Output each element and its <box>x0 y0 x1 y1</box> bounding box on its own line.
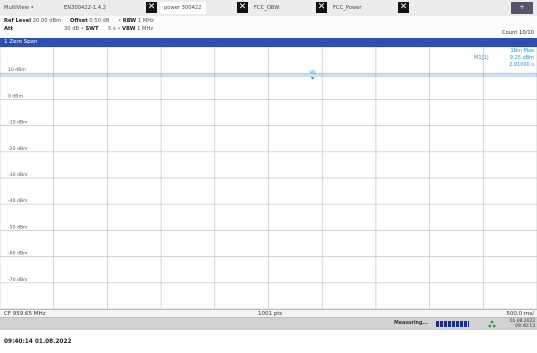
time-per-division: 500.0 ms/ <box>506 311 534 317</box>
ref-level-label: Ref Level <box>4 18 32 24</box>
offset-value: 0.50 dB <box>89 18 110 24</box>
tab-power-300422[interactable]: power 300422 <box>160 2 206 14</box>
y-tick-label: -20 dBm <box>8 146 28 152</box>
sweep-points: 1001 pts <box>258 311 283 317</box>
sweep-count: Count 10/10 <box>501 30 534 36</box>
tab-label: FCC_OBW <box>254 5 280 11</box>
ref-level-value: 20.00 dBm <box>32 18 62 24</box>
y-tick-label: -50 dBm <box>8 224 28 230</box>
offset-setting[interactable]: Offset 0.50 dB <box>70 18 109 25</box>
att-setting[interactable]: Att <box>4 26 13 33</box>
swt-value: 5 s <box>108 26 116 32</box>
close-tab-icon[interactable]: ✕ <box>398 2 409 13</box>
plot-grid <box>0 47 537 309</box>
measurement-settings: Ref Level 20.00 dBm Offset 0.50 dB • RBW… <box>0 16 537 38</box>
coupled-indicator-icon: • <box>80 26 84 32</box>
multiview-indicator-icon: • <box>30 5 34 11</box>
att-swt-setting[interactable]: 30 dB • SWT <box>64 26 98 33</box>
tab-fcc-obw[interactable]: FCC_OBW <box>254 2 279 14</box>
vbw-label: VBW <box>122 26 136 32</box>
network-icon[interactable] <box>488 320 496 328</box>
rbw-label: RBW <box>122 18 137 24</box>
y-tick-label: 10 dBm <box>8 67 26 73</box>
y-tick-label: -30 dBm <box>8 172 28 178</box>
y-tick-label: -40 dBm <box>8 198 28 204</box>
swt-vbw-setting[interactable]: 5 s • VBW 1 MHz <box>108 26 153 33</box>
tab-label: EN300422-1.4.2 <box>64 5 107 11</box>
vbw-value: 1 MHz <box>137 26 154 32</box>
multiview-tab[interactable]: MultiView • <box>4 2 34 14</box>
zero-span-diagram[interactable]: 10 dBm 0 dBm -10 dBm -20 dBm -30 dBm -40 dBm -… <box>0 47 537 309</box>
swt-label: SWT <box>85 26 99 32</box>
rbw-setting[interactable]: • RBW 1 MHz <box>118 18 154 25</box>
marker-tag: M1 <box>310 70 317 75</box>
status-bar: Measuring... 01.08.2022 09:40:13 <box>0 318 537 330</box>
multiview-label: MultiView <box>4 5 29 11</box>
measurement-progress-bar <box>436 321 469 327</box>
diagram-footer: CF 959.65 MHz 1001 pts 500.0 ms/ <box>0 309 537 318</box>
marker-readout-value: 9.25 dBm <box>509 55 534 61</box>
att-value: 30 dB <box>64 26 80 32</box>
tab-label: power 300422 <box>164 5 202 11</box>
y-tick-label: 0 dBm <box>8 93 23 99</box>
diagram-title: 1 Zero Span <box>4 39 38 45</box>
close-tab-power-300422-icon[interactable]: ✕ <box>146 2 157 13</box>
instrument-time: 09:40:13 <box>515 324 535 329</box>
att-label: Att <box>4 26 13 32</box>
close-tab-fcc-obw-icon[interactable]: ✕ <box>237 2 248 13</box>
offset-label: Offset <box>70 18 88 24</box>
coupled-indicator-icon: • <box>117 26 121 32</box>
marker-readout-label: M1[1] <box>474 55 489 61</box>
center-frequency: CF 959.65 MHz <box>4 311 46 317</box>
coupled-indicator-icon: • <box>118 18 122 24</box>
y-tick-label: -60 dBm <box>8 251 28 257</box>
marker-readout-time: 2.91000 s <box>509 62 534 68</box>
tab-label: FCC_Power <box>333 5 362 11</box>
add-tab-button[interactable]: + <box>511 2 533 14</box>
tab-fcc-power[interactable]: FCC_Power <box>333 2 362 14</box>
trace-mode-label: 1Rm Max <box>510 48 534 54</box>
diagram-titlebar[interactable]: 1 Zero Span <box>0 38 537 47</box>
y-tick-label: -70 dBm <box>8 277 28 283</box>
marker-symbol <box>310 77 315 80</box>
close-tab-fcc-power-icon[interactable]: ✕ <box>316 2 327 13</box>
ref-level-setting[interactable]: Ref Level 20.00 dBm <box>4 18 61 25</box>
rbw-value: 1 MHz <box>137 18 154 24</box>
screenshot-timestamp: 09:40:14 01.08.2022 <box>4 339 72 345</box>
tab-en300422[interactable]: EN300422-1.4.2 <box>64 2 106 14</box>
marker-layer: M1 <box>310 70 317 80</box>
y-tick-label: -10 dBm <box>8 120 28 126</box>
plot-svg: 10 dBm 0 dBm -10 dBm -20 dBm -30 dBm -40 dBm -… <box>0 47 537 309</box>
measuring-status: Measuring... <box>394 321 428 326</box>
instrument-clock: 01.08.2022 09:40:13 <box>502 319 535 329</box>
tab-bar: MultiView • EN300422-1.4.2 ✕ power 30042… <box>0 0 537 16</box>
